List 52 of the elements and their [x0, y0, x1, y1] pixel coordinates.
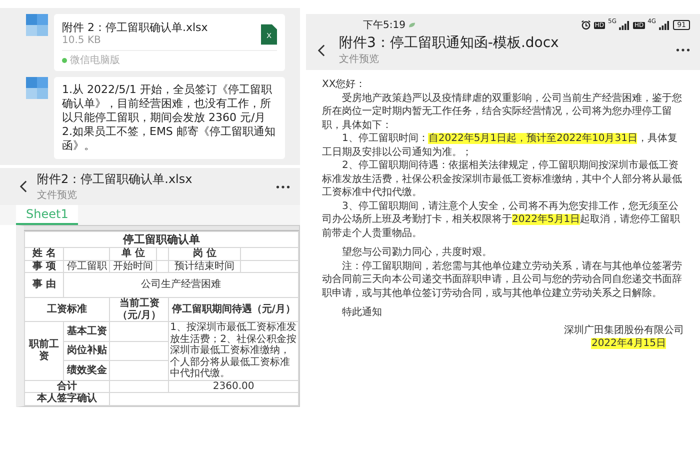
table-cell: 开始时间	[110, 260, 156, 272]
message-text: 2.如果员工不签，EMS 邮寄《停工留职通知函》。	[62, 125, 276, 153]
more-icon[interactable]	[676, 48, 690, 52]
greeting-text: XX您好：	[322, 78, 367, 92]
alarm-icon	[580, 20, 591, 30]
table-cell: 姓 名	[24, 248, 64, 260]
preview-subtitle: 文件预览	[37, 188, 78, 202]
table-cell: 本人签字确认	[24, 392, 110, 405]
message-text: 1.从 2022/5/1 开始，全员签订《停工留职确认单》，目前经营困难，也没有工作，所以只能停工留职，期间会发放 2360 元/月	[62, 83, 273, 125]
table-cell: 公司生产经营困难	[64, 272, 298, 298]
file-size: 10.5 KB	[62, 35, 102, 46]
file-message[interactable]: 附件 2：停工留职确认单.xlsx 10.5 KB X 微信电脑版	[54, 14, 285, 71]
source-label: 微信电脑版	[70, 54, 120, 67]
file-title: 附件2：停工留职确认单.xlsx	[37, 171, 194, 188]
back-icon[interactable]	[318, 44, 325, 56]
more-icon[interactable]	[276, 184, 290, 188]
signal-icon	[659, 20, 670, 30]
letter-paragraph: 注：停工留职期间，若您需与其他单位建立劳动关系，请在与其他单位签署劳动合同前三天向本公司递交书面辞职申请，且公司与您的劳动合同自您递交书面辞职申请，或与其他单位签订劳动合同，或与其他单位建立劳动关系之日解除。	[322, 260, 683, 300]
preview-subtitle: 文件预览	[339, 52, 380, 66]
letter-paragraph: 3、停工留职期间，请注意个人安全，公司将不再为您安排工作，您无须至公司办公场所上班及考勤打卡，相关权限将于2022年5月1日起取消，请您停工留职前带走个人贵重物品。	[322, 200, 682, 240]
table-cell: 事 项	[24, 260, 64, 272]
sheet-title: 停工留职确认单	[24, 232, 298, 248]
table-cell: 职前工资	[24, 322, 64, 380]
table-cell: 停工留职	[64, 260, 110, 272]
table-cell: 合计	[24, 380, 110, 392]
leaf-icon	[408, 22, 416, 28]
table-cell: 停工留职期间待遇（元/月）	[168, 298, 298, 322]
file-name: 附件 2：停工留职确认单.xlsx	[62, 20, 208, 35]
letter-paragraph: 1、停工留职时间：自2022年5月1日起，预计至2022年10月31日，具体复工日期及安排以公司通知为准。；	[322, 132, 678, 159]
table-cell: 2360.00	[168, 380, 298, 392]
table-cell: 预计结束时间	[168, 260, 241, 272]
table-cell: 岗位补贴	[64, 341, 110, 360]
table-cell: 绩效奖金	[64, 360, 110, 380]
letter-paragraph: 特此通知	[341, 306, 383, 320]
date-text: 2022年4月15日	[590, 337, 667, 350]
signature-text: 深圳广田集团股份有限公司	[563, 324, 684, 337]
letter-paragraph: 2、停工留职期间待遇：依据相关法律规定，停工留职期间按深圳市最低工资标准发放生活费，社保公积金按深圳市最低工资标准缴纳，其中个人部分将从最低工资标准中代扣代缴。	[322, 159, 683, 200]
table-cell: 岗 位	[168, 248, 241, 260]
letter-paragraph: 望您与公司勠力同心，共度时艰。	[341, 246, 493, 260]
table-cell: 事 由	[24, 272, 64, 298]
letter-paragraph: 受房地产政策趋严以及疫情肆虐的双重影响，公司当前生产经营困难，鉴于您所在岗位一定时期内暂无工作任务，结合实际经营情况，公司将为您办理停工留职，具体如下：	[322, 92, 683, 132]
back-icon[interactable]	[20, 180, 27, 193]
status-time: 下午5:19	[363, 19, 406, 32]
source-dot-icon	[62, 58, 67, 62]
table-cell: 当前工资（元/月）	[110, 298, 169, 322]
table-cell: 1、按深圳市最低工资标准发放生活费；2、社保公积金按深圳市最低工资标准缴纳，个人部分将从最低工资标准中代扣代缴。	[168, 322, 298, 380]
spreadsheet-file-icon: X	[261, 24, 277, 45]
table-cell: 单 位	[110, 248, 156, 260]
table-cell: 基本工资	[64, 322, 110, 341]
signal-icon	[619, 20, 630, 30]
file-title: 附件3：停工留职通知函-模板.docx	[339, 34, 560, 52]
table-cell: 工资标准	[24, 298, 110, 322]
